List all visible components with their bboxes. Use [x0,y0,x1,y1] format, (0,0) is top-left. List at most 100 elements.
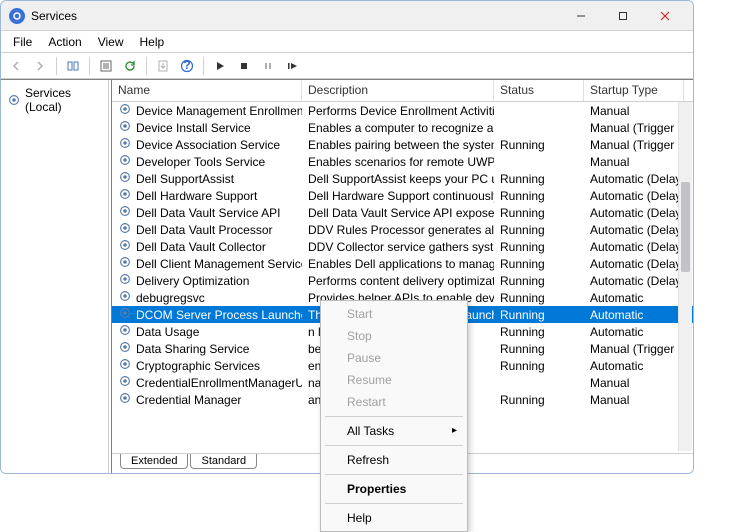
export-button[interactable] [152,55,174,77]
stop-service-button[interactable] [233,55,255,77]
show-hide-button[interactable] [62,55,84,77]
back-button[interactable] [5,55,27,77]
ctx-restart[interactable]: Restart [323,391,465,413]
forward-button[interactable] [29,55,51,77]
cell-status: Running [494,325,584,339]
cell-name: Data Sharing Service [112,340,302,357]
cell-status: Running [494,172,584,186]
menu-file[interactable]: File [5,33,40,51]
cell-startup: Automatic (Delaye... [584,257,684,271]
cell-description: Enables scenarios for remote UWP appli..… [302,155,494,169]
cell-startup: Automatic (Delaye... [584,189,684,203]
scrollbar-thumb[interactable] [681,182,690,272]
service-name: Dell SupportAssist [136,172,234,186]
list-header: Name Description Status Startup Type [112,80,693,102]
ctx-start[interactable]: Start [323,303,465,325]
service-row[interactable]: Device Management Enrollment ServicePerf… [112,102,693,119]
service-row[interactable]: Dell Data Vault Service APIDell Data Vau… [112,204,693,221]
ctx-pause[interactable]: Pause [323,347,465,369]
col-header-status[interactable]: Status [494,80,584,101]
service-row[interactable]: Dell Data Vault CollectorDDV Collector s… [112,238,693,255]
close-button[interactable] [645,4,685,28]
cell-startup: Manual (Trigger St... [584,138,684,152]
service-name: CredentialEnrollmentManagerUserSvc... [136,376,302,390]
tab-extended[interactable]: Extended [120,454,188,469]
service-name: Credential Manager [136,393,241,407]
tab-standard[interactable]: Standard [190,454,257,469]
cell-name: Data Usage [112,323,302,340]
menu-action[interactable]: Action [40,33,89,51]
gear-icon [118,255,132,272]
service-row[interactable]: Dell SupportAssist Dell SupportAssist kee… [112,170,693,187]
cell-description: DDV Collector service gathers system in.… [302,240,494,254]
tree-item-services-local[interactable]: Services (Local) [3,84,106,116]
cell-name: debugregsvc [112,289,302,306]
cell-startup: Automatic [584,308,684,322]
service-row[interactable]: Delivery OptimizationPerforms content de… [112,272,693,289]
ctx-help[interactable]: Help [323,507,465,529]
cell-status: Running [494,240,584,254]
cell-name: Dell Client Management Service [112,255,302,272]
col-header-name[interactable]: Name [112,80,302,101]
maximize-button[interactable] [603,4,643,28]
help-button[interactable]: ? [176,55,198,77]
col-header-description[interactable]: Description [302,80,494,101]
vertical-scrollbar[interactable] [678,102,692,451]
minimize-button[interactable] [561,4,601,28]
cell-status: Running [494,206,584,220]
pause-service-button[interactable] [257,55,279,77]
gear-icon [118,391,132,408]
cell-name: Developer Tools Service [112,153,302,170]
cell-startup: Automatic (Delaye... [584,240,684,254]
gear-icon [118,153,132,170]
service-row[interactable]: Device Association ServiceEnables pairin… [112,136,693,153]
restart-service-button[interactable] [281,55,303,77]
cell-description: Performs Device Enrollment Activities f.… [302,104,494,118]
cell-name: Device Install Service [112,119,302,136]
service-row[interactable]: Dell Data Vault ProcessorDDV Rules Proce… [112,221,693,238]
cell-description: Enables Dell applications to manage Del.… [302,257,494,271]
cell-status: Running [494,342,584,356]
refresh-button[interactable] [119,55,141,77]
cell-status: Running [494,274,584,288]
cell-description: Dell Hardware Support continuously m... [302,189,494,203]
gear-icon [118,136,132,153]
gear-icon [118,170,132,187]
service-row[interactable]: Dell Client Management ServiceEnables De… [112,255,693,272]
ctx-stop[interactable]: Stop [323,325,465,347]
cell-name: Device Management Enrollment Service [112,102,302,119]
menu-help[interactable]: Help [132,33,173,51]
tree-pane[interactable]: Services (Local) [1,80,109,473]
gear-icon [118,323,132,340]
menubar: File Action View Help [1,31,693,53]
service-name: Dell Hardware Support [136,189,257,203]
cell-description: DDV Rules Processor generates alerts ba.… [302,223,494,237]
start-service-button[interactable] [209,55,231,77]
menu-view[interactable]: View [90,33,132,51]
titlebar[interactable]: Services [1,1,693,31]
ctx-resume[interactable]: Resume [323,369,465,391]
ctx-separator [325,416,463,417]
cell-description: Dell Data Vault Service API exposes a C.… [302,206,494,220]
cell-status: Running [494,291,584,305]
service-row[interactable]: Developer Tools Service Enables scenarios… [112,153,693,170]
svg-text:?: ? [183,59,190,72]
service-row[interactable]: Device Install ServiceEnables a computer… [112,119,693,136]
ctx-refresh[interactable]: Refresh [323,449,465,471]
cell-status: Running [494,223,584,237]
separator [56,57,57,75]
service-name: Data Usage [136,325,199,339]
cell-name: Device Association Service [112,136,302,153]
cell-startup: Manual [584,376,684,390]
cell-startup: Automatic (Delaye... [584,274,684,288]
cell-startup: Manual (Trigger St... [584,121,684,135]
cell-startup: Automatic (Delaye... [584,206,684,220]
service-name: Developer Tools Service [136,155,265,169]
context-menu: Start Stop Pause Resume Restart All Task… [320,300,468,532]
ctx-all-tasks[interactable]: All Tasks ▸ [323,420,465,442]
ctx-properties[interactable]: Properties [323,478,465,500]
cell-description: Dell SupportAssist keeps your PC up to .… [302,172,494,186]
col-header-startup[interactable]: Startup Type [584,80,684,101]
properties-button[interactable] [95,55,117,77]
service-row[interactable]: Dell Hardware Support Dell Hardware Suppo… [112,187,693,204]
